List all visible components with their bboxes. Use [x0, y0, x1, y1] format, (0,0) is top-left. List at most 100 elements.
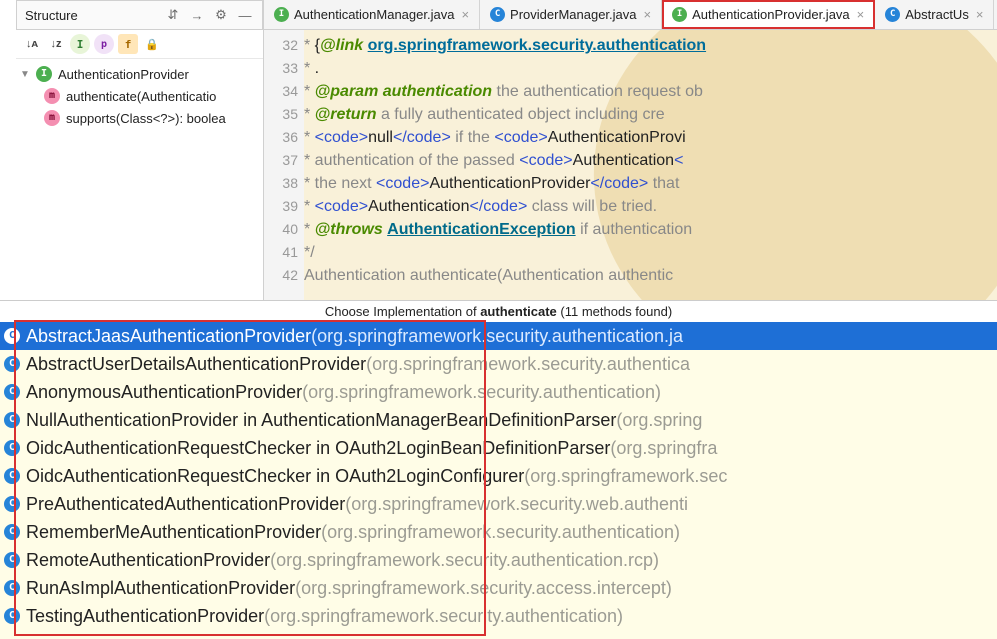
- impl-main: AbstractJaasAuthenticationProvider: [26, 326, 311, 347]
- class-icon: C: [4, 412, 20, 428]
- line-number: 34: [264, 80, 298, 103]
- tab-label: AuthenticationProvider.java: [692, 7, 850, 22]
- implementation-item[interactable]: C OidcAuthenticationRequestChecker in OAu…: [0, 462, 997, 490]
- class-icon: C: [4, 580, 20, 596]
- line-number: 40: [264, 218, 298, 241]
- popup-title-pre: Choose Implementation of: [325, 304, 480, 319]
- line-number: 39: [264, 195, 298, 218]
- close-icon[interactable]: ×: [461, 7, 469, 22]
- show-interfaces-button[interactable]: I: [70, 34, 90, 54]
- class-icon: C: [4, 384, 20, 400]
- code-area[interactable]: 3233343536373839404142 * {@link org.spri…: [264, 30, 997, 300]
- implementation-item[interactable]: C TestingAuthenticationProvider (org.spri…: [0, 602, 997, 630]
- sort-z-button[interactable]: ↓z: [46, 34, 66, 54]
- impl-package: (org.springframework.security.authentica…: [321, 522, 680, 543]
- impl-main: NullAuthenticationProvider in Authentica…: [26, 410, 616, 431]
- impl-package: (org.springframework.security.authentica…: [264, 606, 623, 627]
- filter-icon[interactable]: ⇵: [164, 6, 182, 24]
- code-body[interactable]: * {@link org.springframework.security.au…: [304, 30, 997, 300]
- code-line[interactable]: * {@link org.springframework.security.au…: [304, 34, 997, 57]
- class-icon: C: [490, 7, 505, 22]
- interface-icon: I: [274, 7, 289, 22]
- tree-item[interactable]: m authenticate(Authenticatio: [16, 85, 263, 107]
- line-number: 33: [264, 57, 298, 80]
- impl-package: (org.spring: [616, 410, 702, 431]
- class-icon: C: [4, 608, 20, 624]
- impl-main: TestingAuthenticationProvider: [26, 606, 264, 627]
- impl-package: (org.springframework.sec: [524, 466, 727, 487]
- implementation-item[interactable]: C NullAuthenticationProvider in Authentic…: [0, 406, 997, 434]
- popup-title: Choose Implementation of authenticate (1…: [0, 300, 997, 322]
- code-line[interactable]: * @param authentication the authenticati…: [304, 80, 997, 103]
- implementation-item[interactable]: CAbstractUserDetailsAuthenticationProvid…: [0, 350, 997, 378]
- implementation-item[interactable]: CRemoteAuthenticationProvider (org.sprin…: [0, 546, 997, 574]
- structure-panel: Structure ⇵ → ⚙ — ↓ᴀ ↓z I p f 🔒 ▼ I Auth…: [16, 0, 264, 300]
- popup-title-post: (11 methods found): [557, 304, 672, 319]
- implementation-item[interactable]: COidcAuthenticationRequestChecker in OAu…: [0, 434, 997, 462]
- editor-tab[interactable]: IAuthenticationManager.java×: [264, 0, 480, 29]
- code-line[interactable]: * .: [304, 57, 997, 80]
- code-line[interactable]: */: [304, 241, 997, 264]
- structure-header: Structure ⇵ → ⚙ —: [16, 0, 263, 30]
- close-icon[interactable]: ×: [644, 7, 652, 22]
- code-line[interactable]: Authentication authenticate(Authenticati…: [304, 264, 997, 287]
- close-icon[interactable]: ×: [976, 7, 984, 22]
- class-icon: C: [4, 468, 20, 484]
- method-icon: m: [44, 88, 60, 104]
- tab-label: ProviderManager.java: [510, 7, 636, 22]
- class-icon: C: [4, 552, 20, 568]
- editor-area: IAuthenticationManager.java× C ProviderMan…: [264, 0, 997, 300]
- line-number: 42: [264, 264, 298, 287]
- line-number: 41: [264, 241, 298, 264]
- chevron-down-icon[interactable]: ▼: [20, 69, 30, 80]
- impl-package: (org.springframework.security.authentica: [366, 354, 690, 375]
- tree-item-label: authenticate(Authenticatio: [66, 89, 216, 104]
- editor-tab[interactable]: C AbstractUs ×: [875, 0, 994, 29]
- class-icon: C: [885, 7, 900, 22]
- gutter: 3233343536373839404142: [264, 30, 304, 300]
- lock-icon[interactable]: 🔒: [142, 34, 162, 54]
- class-icon: C: [4, 496, 20, 512]
- line-number: 35: [264, 103, 298, 126]
- code-line[interactable]: * @return a fully authenticated object i…: [304, 103, 997, 126]
- impl-package: (org.springframework.security.web.authen…: [345, 494, 688, 515]
- close-icon[interactable]: ×: [857, 7, 865, 22]
- class-icon: C: [4, 328, 20, 344]
- tree-item[interactable]: m supports(Class<?>): boolea: [16, 107, 263, 129]
- line-number: 32: [264, 34, 298, 57]
- implementation-item[interactable]: CAnonymousAuthenticationProvider (org.sp…: [0, 378, 997, 406]
- code-line[interactable]: * authentication of the passed <code>Aut…: [304, 149, 997, 172]
- editor-tabs: IAuthenticationManager.java× C ProviderMan…: [264, 0, 997, 30]
- tree-root[interactable]: ▼ I AuthenticationProvider: [16, 63, 263, 85]
- code-line[interactable]: * @throws AuthenticationException if aut…: [304, 218, 997, 241]
- implementation-item[interactable]: CRunAsImplAuthenticationProvider (org.sp…: [0, 574, 997, 602]
- structure-title: Structure: [25, 8, 158, 23]
- interface-icon: I: [36, 66, 52, 82]
- implementation-item[interactable]: CPreAuthenticatedAuthenticationProvider …: [0, 490, 997, 518]
- impl-main: AbstractUserDetailsAuthenticationProvide…: [26, 354, 366, 375]
- show-fields-button[interactable]: f: [118, 34, 138, 54]
- impl-main: OidcAuthenticationRequestChecker in OAut…: [26, 466, 524, 487]
- class-icon: C: [4, 524, 20, 540]
- line-number: 37: [264, 149, 298, 172]
- gear-icon[interactable]: ⚙: [212, 6, 230, 24]
- implementation-list[interactable]: C AbstractJaasAuthenticationProvider (org…: [0, 322, 997, 639]
- sort-alpha-button[interactable]: ↓ᴀ: [22, 34, 42, 54]
- editor-tab[interactable]: C ProviderManager.java ×: [480, 0, 662, 29]
- tree-item-label: supports(Class<?>): boolea: [66, 111, 226, 126]
- minimize-icon[interactable]: —: [236, 6, 254, 24]
- show-properties-button[interactable]: p: [94, 34, 114, 54]
- code-line[interactable]: * <code>null</code> if the <code>Authent…: [304, 126, 997, 149]
- tab-label: AbstractUs: [905, 7, 969, 22]
- popup-title-bold: authenticate: [480, 304, 557, 319]
- expand-icon[interactable]: →: [188, 6, 206, 24]
- impl-package: (org.springframework.security.access.int…: [295, 578, 672, 599]
- code-line[interactable]: * the next <code>AuthenticationProvider<…: [304, 172, 997, 195]
- code-line[interactable]: * <code>Authentication</code> class will…: [304, 195, 997, 218]
- impl-package: (org.springframework.security.authentica…: [302, 382, 661, 403]
- impl-package: (org.springframework.security.authentica…: [270, 550, 659, 571]
- implementation-item[interactable]: CRememberMeAuthenticationProvider (org.s…: [0, 518, 997, 546]
- implementation-item[interactable]: CAbstractJaasAuthenticationProvider (org…: [0, 322, 997, 350]
- editor-tab[interactable]: IAuthenticationProvider.java×: [662, 0, 875, 29]
- impl-package: (org.springfra: [610, 438, 717, 459]
